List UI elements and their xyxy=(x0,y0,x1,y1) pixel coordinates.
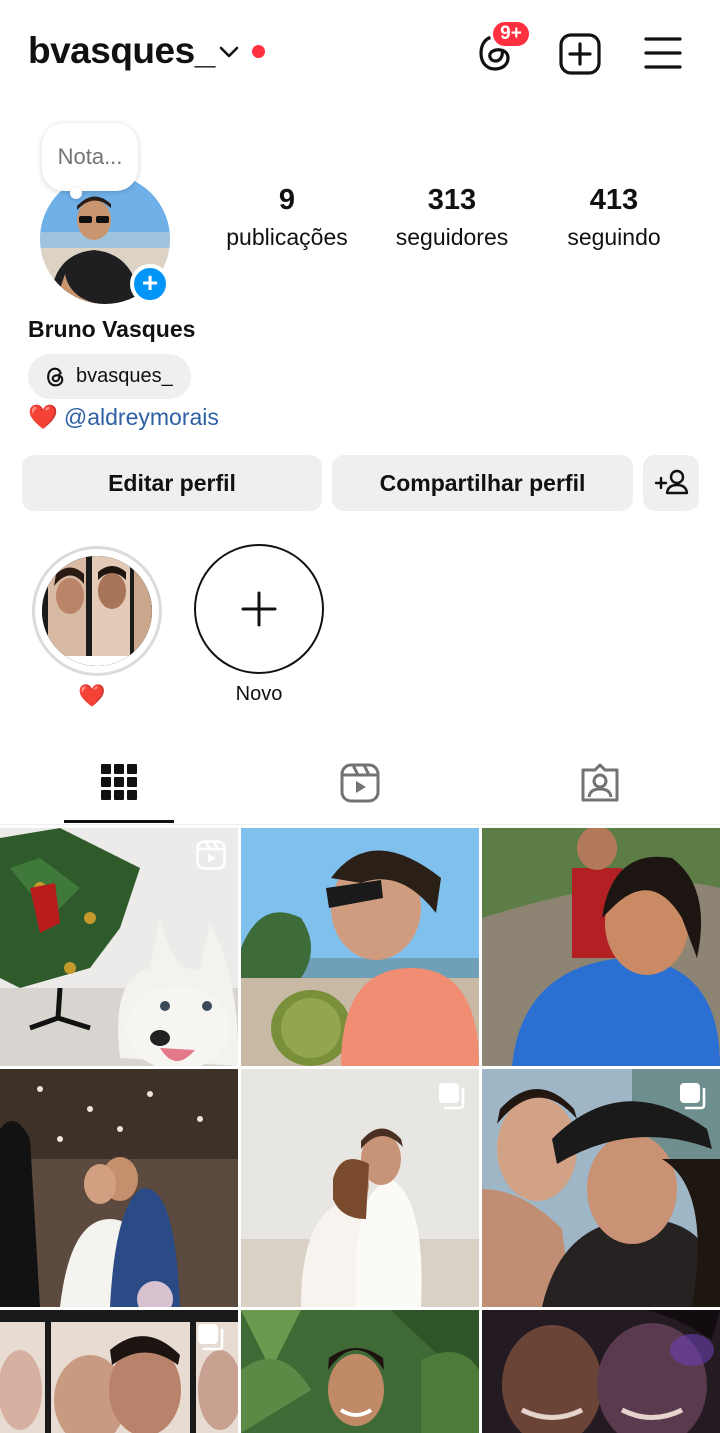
threads-badge: 9+ xyxy=(490,19,532,49)
carousel-icon xyxy=(439,1083,465,1110)
tagged-icon xyxy=(581,763,619,802)
tab-tagged[interactable] xyxy=(480,745,720,823)
add-person-icon xyxy=(654,469,689,495)
profile-full-name: Bruno Vasques xyxy=(28,316,196,342)
menu-icon[interactable] xyxy=(643,34,683,72)
highlight-cover-photo xyxy=(42,556,152,666)
stat-followers-label: seguidores xyxy=(395,224,509,250)
stat-following[interactable]: 413 seguindo xyxy=(534,180,694,254)
post-image xyxy=(241,1310,479,1433)
post-image xyxy=(482,1310,720,1433)
stat-following-value: 413 xyxy=(589,184,639,216)
stat-posts-value: 9 xyxy=(278,184,296,216)
plus-icon xyxy=(241,591,277,627)
top-bar: bvasques_ 9+ xyxy=(0,0,720,105)
add-story-plus-icon[interactable]: + xyxy=(130,264,170,304)
threads-small-icon xyxy=(47,367,64,387)
edit-profile-button[interactable]: Editar perfil xyxy=(22,455,322,511)
post-tile[interactable] xyxy=(241,1310,479,1433)
discover-people-button[interactable] xyxy=(643,455,699,511)
post-image xyxy=(482,828,720,1066)
carousel-icon xyxy=(198,1324,224,1351)
heart-emoji: ❤️ xyxy=(28,404,58,431)
create-post-icon[interactable] xyxy=(558,32,602,76)
stat-posts[interactable]: 9 publicações xyxy=(207,180,367,254)
note-bubble-tail xyxy=(70,187,82,199)
carousel-icon xyxy=(680,1083,706,1110)
tab-posts[interactable] xyxy=(0,745,240,823)
post-tile[interactable] xyxy=(0,1310,238,1433)
post-image xyxy=(0,1069,238,1307)
highlight-cover[interactable] xyxy=(42,556,152,666)
post-tile[interactable] xyxy=(241,1069,479,1307)
share-profile-button[interactable]: Compartilhar perfil xyxy=(332,455,633,511)
post-tile[interactable] xyxy=(482,828,720,1066)
new-highlight-label: Novo xyxy=(235,683,283,705)
threads-profile-chip[interactable]: bvasques_ xyxy=(28,354,191,399)
highlight-label: ❤️ xyxy=(78,683,106,708)
post-tile[interactable] xyxy=(0,1069,238,1307)
post-tile[interactable] xyxy=(482,1069,720,1307)
tab-reels[interactable] xyxy=(240,745,480,823)
post-tile[interactable] xyxy=(241,828,479,1066)
reel-icon xyxy=(196,840,226,870)
bio-mention-link[interactable]: @aldreymorais xyxy=(64,404,219,430)
active-tab-indicator xyxy=(64,820,174,823)
stat-following-label: seguindo xyxy=(567,224,661,250)
new-highlight-button[interactable] xyxy=(194,544,324,674)
stat-posts-label: publicações xyxy=(226,224,348,250)
post-image xyxy=(241,828,479,1066)
reels-icon xyxy=(340,763,380,803)
notification-dot xyxy=(252,45,265,58)
stat-followers-value: 313 xyxy=(427,184,477,216)
post-tile[interactable] xyxy=(482,1310,720,1433)
chevron-down-icon[interactable] xyxy=(218,42,240,62)
account-username[interactable]: bvasques_ xyxy=(28,30,215,72)
stat-followers[interactable]: 313 seguidores xyxy=(372,180,532,254)
bio: ❤️ @aldreymorais xyxy=(28,403,219,432)
tabs-divider xyxy=(0,824,720,825)
note-bubble[interactable]: Nota... xyxy=(42,123,138,191)
post-tile[interactable] xyxy=(0,828,238,1066)
threads-handle: bvasques_ xyxy=(76,365,173,387)
grid-icon xyxy=(101,764,137,800)
